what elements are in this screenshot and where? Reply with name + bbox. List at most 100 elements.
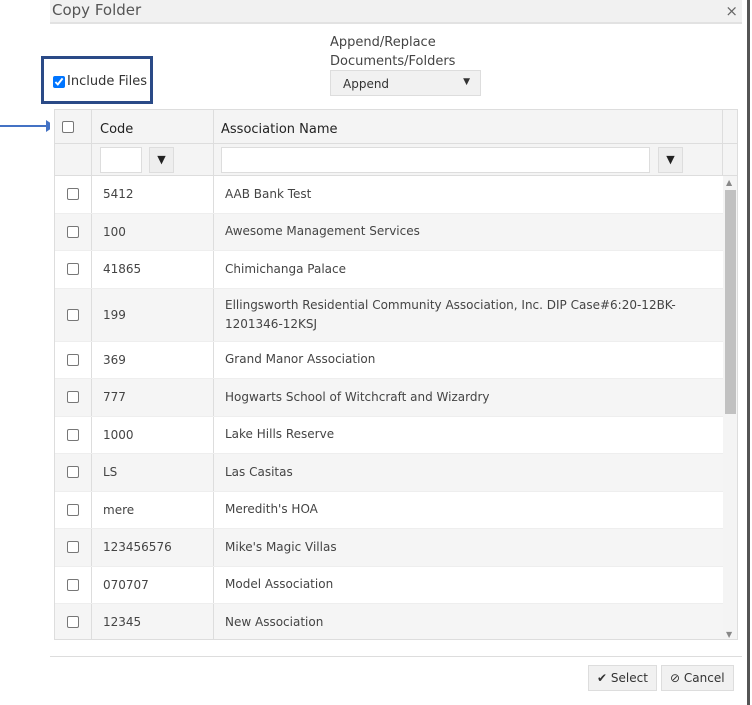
name-cell: Mike's Magic Villas [214,529,723,566]
window-border [747,0,750,705]
filter-icon[interactable]: ▼ [149,147,174,173]
name-text: Mike's Magic Villas [225,539,337,554]
row-checkbox[interactable] [67,308,79,321]
name-text: Chimichanga Palace [225,261,347,276]
table-row[interactable]: 369 Grand Manor Association [55,341,723,379]
append-replace-label-line2: Documents/Folders [330,54,456,69]
code-cell: 369 [92,341,214,378]
row-checkbox[interactable] [67,353,79,366]
header-select-cell [55,110,92,143]
header-code-label: Code [100,122,134,137]
header-name-label: Association Name [221,122,338,137]
name-text: Lake Hills Reserve [225,427,335,442]
table-row[interactable]: 12345 New Association [55,604,723,639]
code-cell: 070707 [92,566,214,603]
select-button[interactable]: ✔ Select [588,665,657,691]
name-cell: Awesome Management Services [214,214,723,251]
table-row[interactable]: 100 Awesome Management Services [55,213,723,251]
row-select-cell [55,454,92,491]
filter-row: ▼ ▼ [55,144,737,176]
name-text: Ellingsworth Residential Community Assoc… [225,297,676,331]
row-checkbox[interactable] [67,503,79,516]
table-row[interactable]: 5412 AAB Bank Test [55,176,723,214]
filter-icon[interactable]: ▼ [658,147,683,173]
row-select-cell [55,213,92,250]
code-text: LS [103,465,118,480]
cancel-button-label: Cancel [683,671,725,685]
row-select-cell [55,288,92,341]
code-text: 1000 [103,427,134,442]
scrollbar-thumb[interactable] [725,190,736,414]
code-filter-input[interactable] [100,147,142,173]
code-text: 199 [103,307,126,322]
include-files-label: Include Files [67,74,147,89]
row-checkbox[interactable] [67,225,79,238]
row-checkbox[interactable] [67,263,79,276]
name-cell: New Association [214,604,723,639]
table-row[interactable]: 070707 Model Association [55,566,723,604]
append-replace-label-line1: Append/Replace [330,35,436,50]
row-checkbox[interactable] [67,428,79,441]
row-select-cell [55,176,92,213]
select-all-checkbox[interactable] [62,121,74,133]
caret-down-icon: ▼ [463,77,470,87]
header-name[interactable]: Association Name [214,110,723,143]
dialog-title: Copy Folder [52,1,142,19]
name-text: Grand Manor Association [225,352,376,367]
code-cell: 199 [92,288,214,341]
include-files-option[interactable]: Include Files [53,74,147,89]
association-grid: Code Association Name ▼ ▼ 5412 AAB Bank … [54,109,738,640]
scroll-down-icon[interactable]: ▼ [726,630,732,639]
dialog-titlebar: Copy Folder × [50,0,742,24]
table-row[interactable]: 199 Ellingsworth Residential Community A… [55,288,723,342]
table-row[interactable]: mere Meredith's HOA [55,491,723,529]
header-code[interactable]: Code [92,110,214,143]
close-icon[interactable]: × [725,2,738,20]
row-select-cell [55,341,92,378]
annotation-arrow [0,125,48,127]
code-cell: LS [92,454,214,491]
name-text: Meredith's HOA [225,502,318,517]
row-checkbox[interactable] [67,616,79,629]
scroll-up-icon[interactable]: ▲ [726,178,732,187]
grid-body: 5412 AAB Bank Test 100 Awesome Managemen… [55,176,723,639]
code-text: 070707 [103,577,149,592]
row-checkbox[interactable] [67,541,79,554]
code-cell: 41865 [92,251,214,288]
append-replace-select[interactable]: Append ▼ [330,70,481,96]
name-cell: Chimichanga Palace [214,251,723,288]
code-cell: 12345 [92,604,214,639]
row-select-cell [55,529,92,566]
code-cell: 123456576 [92,529,214,566]
footer-divider [50,656,742,657]
code-cell: 5412 [92,176,214,213]
row-select-cell [55,604,92,639]
check-icon: ✔ [597,671,608,685]
include-files-checkbox[interactable] [53,75,65,88]
code-cell: mere [92,491,214,528]
code-text: 777 [103,390,126,405]
row-select-cell [55,416,92,453]
name-cell: Meredith's HOA [214,492,723,529]
table-row[interactable]: 1000 Lake Hills Reserve [55,416,723,454]
row-checkbox[interactable] [67,466,79,479]
code-text: 100 [103,224,126,239]
row-select-cell [55,566,92,603]
filter-spacer [55,144,92,175]
row-checkbox[interactable] [67,578,79,591]
cancel-button[interactable]: ⊘ Cancel [661,665,734,691]
row-checkbox[interactable] [67,391,79,404]
name-text: Model Association [225,577,334,592]
append-replace-value: Append [343,77,390,91]
vertical-scrollbar[interactable]: ▲ ▼ [723,176,737,639]
code-text: 12345 [103,615,142,630]
name-cell: Ellingsworth Residential Community Assoc… [214,289,723,341]
table-row[interactable]: 123456576 Mike's Magic Villas [55,529,723,567]
table-row[interactable]: LS Las Casitas [55,454,723,492]
code-text: 41865 [103,262,142,277]
name-text: Las Casitas [225,464,293,479]
row-checkbox[interactable] [67,188,79,201]
table-row[interactable]: 41865 Chimichanga Palace [55,251,723,289]
name-filter-input[interactable] [221,147,650,173]
table-row[interactable]: 777 Hogwarts School of Witchcraft and Wi… [55,379,723,417]
